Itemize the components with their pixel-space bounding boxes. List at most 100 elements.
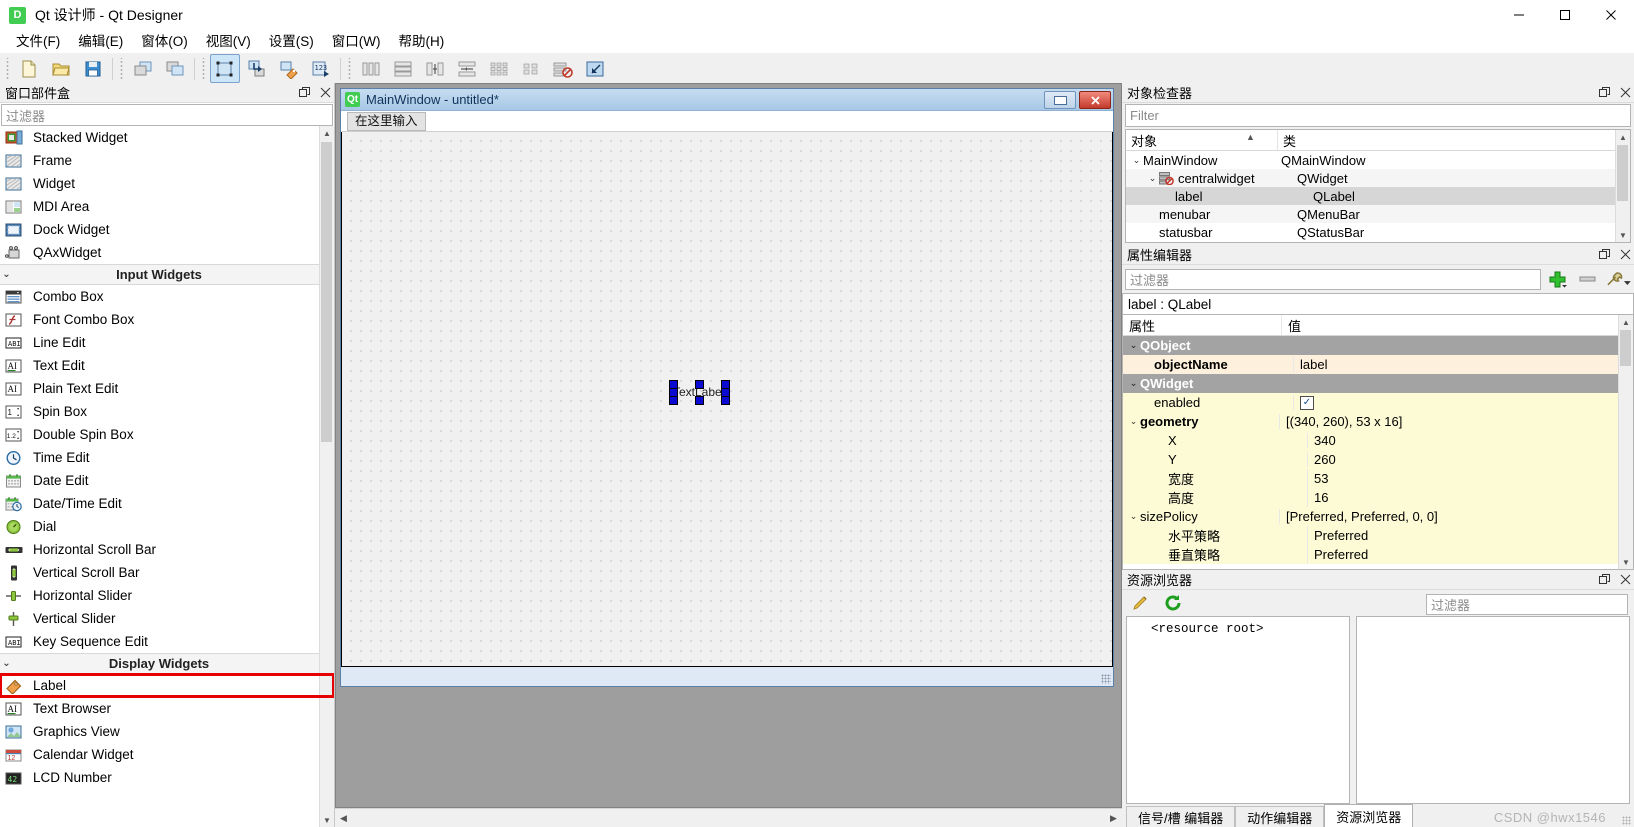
- object-tree-scrollbar[interactable]: ▲ ▼: [1615, 130, 1630, 242]
- selection-handle-bottom-right[interactable]: [721, 396, 730, 405]
- property-row[interactable]: X 340: [1123, 431, 1633, 450]
- resource-tree[interactable]: <resource root>: [1126, 616, 1350, 804]
- menu-help[interactable]: 帮助(H): [389, 31, 453, 53]
- widget-item-font-combo-box[interactable]: Font Combo Box: [0, 308, 334, 331]
- object-inspector-filter-input[interactable]: Filter: [1125, 104, 1631, 127]
- edit-tab-order-icon[interactable]: 123: [306, 54, 336, 83]
- widget-item-key-sequence-edit[interactable]: ABI Key Sequence Edit: [0, 630, 334, 653]
- reload-icon[interactable]: [1160, 593, 1186, 614]
- float-icon[interactable]: [1598, 574, 1610, 586]
- scroll-thumb[interactable]: [1620, 330, 1631, 366]
- toolbar-grip-4[interactable]: [346, 57, 353, 80]
- widget-box-filter-input[interactable]: 过滤器: [1, 104, 333, 126]
- widget-item-text-edit[interactable]: AI Text Edit: [0, 354, 334, 377]
- layout-form-icon[interactable]: [516, 54, 546, 83]
- property-row[interactable]: ⌄ QWidget: [1123, 374, 1633, 393]
- object-tree-row[interactable]: statusbar QStatusBar: [1126, 223, 1630, 241]
- break-layout-icon[interactable]: [548, 54, 578, 83]
- pencil-icon[interactable]: [1128, 593, 1154, 614]
- menu-window[interactable]: 窗口(W): [323, 31, 390, 53]
- enabled-checkbox[interactable]: ✓: [1300, 395, 1314, 410]
- widget-item-vertical-scroll-bar[interactable]: Vertical Scroll Bar: [0, 561, 334, 584]
- object-tree-row[interactable]: menubar QMenuBar: [1126, 205, 1630, 223]
- property-value-cell[interactable]: 53: [1308, 471, 1633, 486]
- chevron-down-icon[interactable]: ⌄: [1130, 155, 1143, 166]
- column-header-property[interactable]: 属性: [1123, 315, 1282, 335]
- close-icon[interactable]: [1619, 249, 1631, 261]
- property-value-cell[interactable]: [Preferred, Preferred, 0, 0]: [1280, 509, 1633, 524]
- widget-group-display-widgets[interactable]: ⌄ Display Widgets: [0, 653, 334, 674]
- object-tree[interactable]: 对象 类 ▲ ⌄ MainWindow QMainWindow ⌄ centralwid…: [1125, 129, 1631, 243]
- tab-action-editor[interactable]: 动作编辑器: [1235, 806, 1325, 827]
- menu-edit[interactable]: 编辑(E): [69, 31, 132, 53]
- property-table[interactable]: 属性 值 ⌄ QObject objectName label ⌄ QWidget enab…: [1122, 314, 1634, 570]
- property-value-cell[interactable]: ✓: [1294, 395, 1633, 410]
- widget-item-horizontal-slider[interactable]: Horizontal Slider: [0, 584, 334, 607]
- widget-box-list[interactable]: Stacked Widget Frame Widget MDI Area Dock Wi…: [0, 126, 334, 827]
- resource-preview-pane[interactable]: [1356, 616, 1630, 804]
- layout-splitter-horizontal-icon[interactable]: [420, 54, 450, 83]
- widget-item-date-time-edit[interactable]: Date/Time Edit: [0, 492, 334, 515]
- object-tree-row[interactable]: label QLabel: [1126, 187, 1630, 205]
- chevron-down-icon[interactable]: ⌄: [1127, 511, 1140, 522]
- layout-vertically-icon[interactable]: [388, 54, 418, 83]
- widget-item-stacked-widget[interactable]: Stacked Widget: [0, 126, 334, 149]
- close-icon[interactable]: [1619, 87, 1631, 99]
- widget-box-scrollbar[interactable]: ▲ ▼: [319, 126, 334, 827]
- chevron-down-icon[interactable]: ⌄: [1127, 378, 1140, 389]
- property-row[interactable]: Y 260: [1123, 450, 1633, 469]
- float-icon[interactable]: [1598, 87, 1610, 99]
- scroll-thumb[interactable]: [1617, 145, 1628, 201]
- widget-item-mdi-area[interactable]: MDI Area: [0, 195, 334, 218]
- property-row[interactable]: ⌄ geometry [(340, 260), 53 x 16]: [1123, 412, 1633, 431]
- layout-splitter-vertical-icon[interactable]: [452, 54, 482, 83]
- edit-widgets-icon[interactable]: [210, 54, 240, 83]
- object-tree-row[interactable]: ⌄ MainWindow QMainWindow: [1126, 151, 1630, 169]
- form-central-widget[interactable]: TextLabel: [341, 132, 1113, 667]
- toolbar-grip-2[interactable]: [118, 57, 125, 80]
- close-button[interactable]: [1588, 0, 1634, 30]
- window-resize-grip-icon[interactable]: [1622, 816, 1631, 825]
- column-header-object[interactable]: 对象: [1126, 130, 1278, 150]
- property-filter-input[interactable]: 过滤器: [1125, 268, 1541, 290]
- scroll-up-icon[interactable]: ▲: [1619, 315, 1633, 329]
- new-file-icon[interactable]: [14, 54, 44, 83]
- widget-item-dock-widget[interactable]: Dock Widget: [0, 218, 334, 241]
- property-table-scrollbar[interactable]: ▲ ▼: [1618, 315, 1633, 569]
- scroll-down-icon[interactable]: ▼: [1619, 555, 1633, 569]
- undo-icon[interactable]: [128, 54, 158, 83]
- widget-item-date-edit[interactable]: Date Edit: [0, 469, 334, 492]
- close-icon[interactable]: [319, 87, 331, 99]
- chevron-down-icon[interactable]: ⌄: [1127, 340, 1140, 351]
- adjust-size-icon[interactable]: [580, 54, 610, 83]
- widget-item-lcd-number[interactable]: 42 LCD Number: [0, 766, 334, 789]
- resource-root-item[interactable]: <resource root>: [1127, 622, 1349, 636]
- property-row[interactable]: 高度 16: [1123, 488, 1633, 507]
- scroll-up-icon[interactable]: ▲: [1616, 130, 1630, 144]
- wrench-icon[interactable]: [1605, 269, 1631, 290]
- widget-item-horizontal-scroll-bar[interactable]: Horizontal Scroll Bar: [0, 538, 334, 561]
- add-icon[interactable]: [1545, 269, 1571, 290]
- widget-item-dial[interactable]: Dial: [0, 515, 334, 538]
- open-file-icon[interactable]: [46, 54, 76, 83]
- remove-icon[interactable]: [1575, 269, 1601, 290]
- mdi-horizontal-scrollbar[interactable]: ◀ ▶: [335, 808, 1122, 827]
- edit-signals-slots-icon[interactable]: [242, 54, 272, 83]
- selection-handle-bottom-center[interactable]: [695, 396, 704, 405]
- property-value-cell[interactable]: label: [1294, 357, 1633, 372]
- tab-resource-browser[interactable]: 资源浏览器: [1324, 804, 1414, 827]
- toolbar-grip-3[interactable]: [200, 57, 207, 80]
- form-menu-bar[interactable]: 在这里输入: [341, 111, 1113, 132]
- widget-item-graphics-view[interactable]: Graphics View: [0, 720, 334, 743]
- widget-item-time-edit[interactable]: Time Edit: [0, 446, 334, 469]
- mdi-area[interactable]: Qt MainWindow - untitled* 在这里输入 TextLabe…: [335, 83, 1122, 808]
- widget-item-line-edit[interactable]: ABI Line Edit: [0, 331, 334, 354]
- property-row[interactable]: 垂直策略 Preferred: [1123, 545, 1633, 564]
- minimize-button[interactable]: [1496, 0, 1542, 30]
- resize-grip-icon[interactable]: [1101, 674, 1111, 684]
- save-file-icon[interactable]: [78, 54, 108, 83]
- redo-icon[interactable]: [160, 54, 190, 83]
- float-icon[interactable]: [298, 87, 310, 99]
- property-row[interactable]: objectName label: [1123, 355, 1633, 374]
- property-value-cell[interactable]: Preferred: [1308, 547, 1633, 562]
